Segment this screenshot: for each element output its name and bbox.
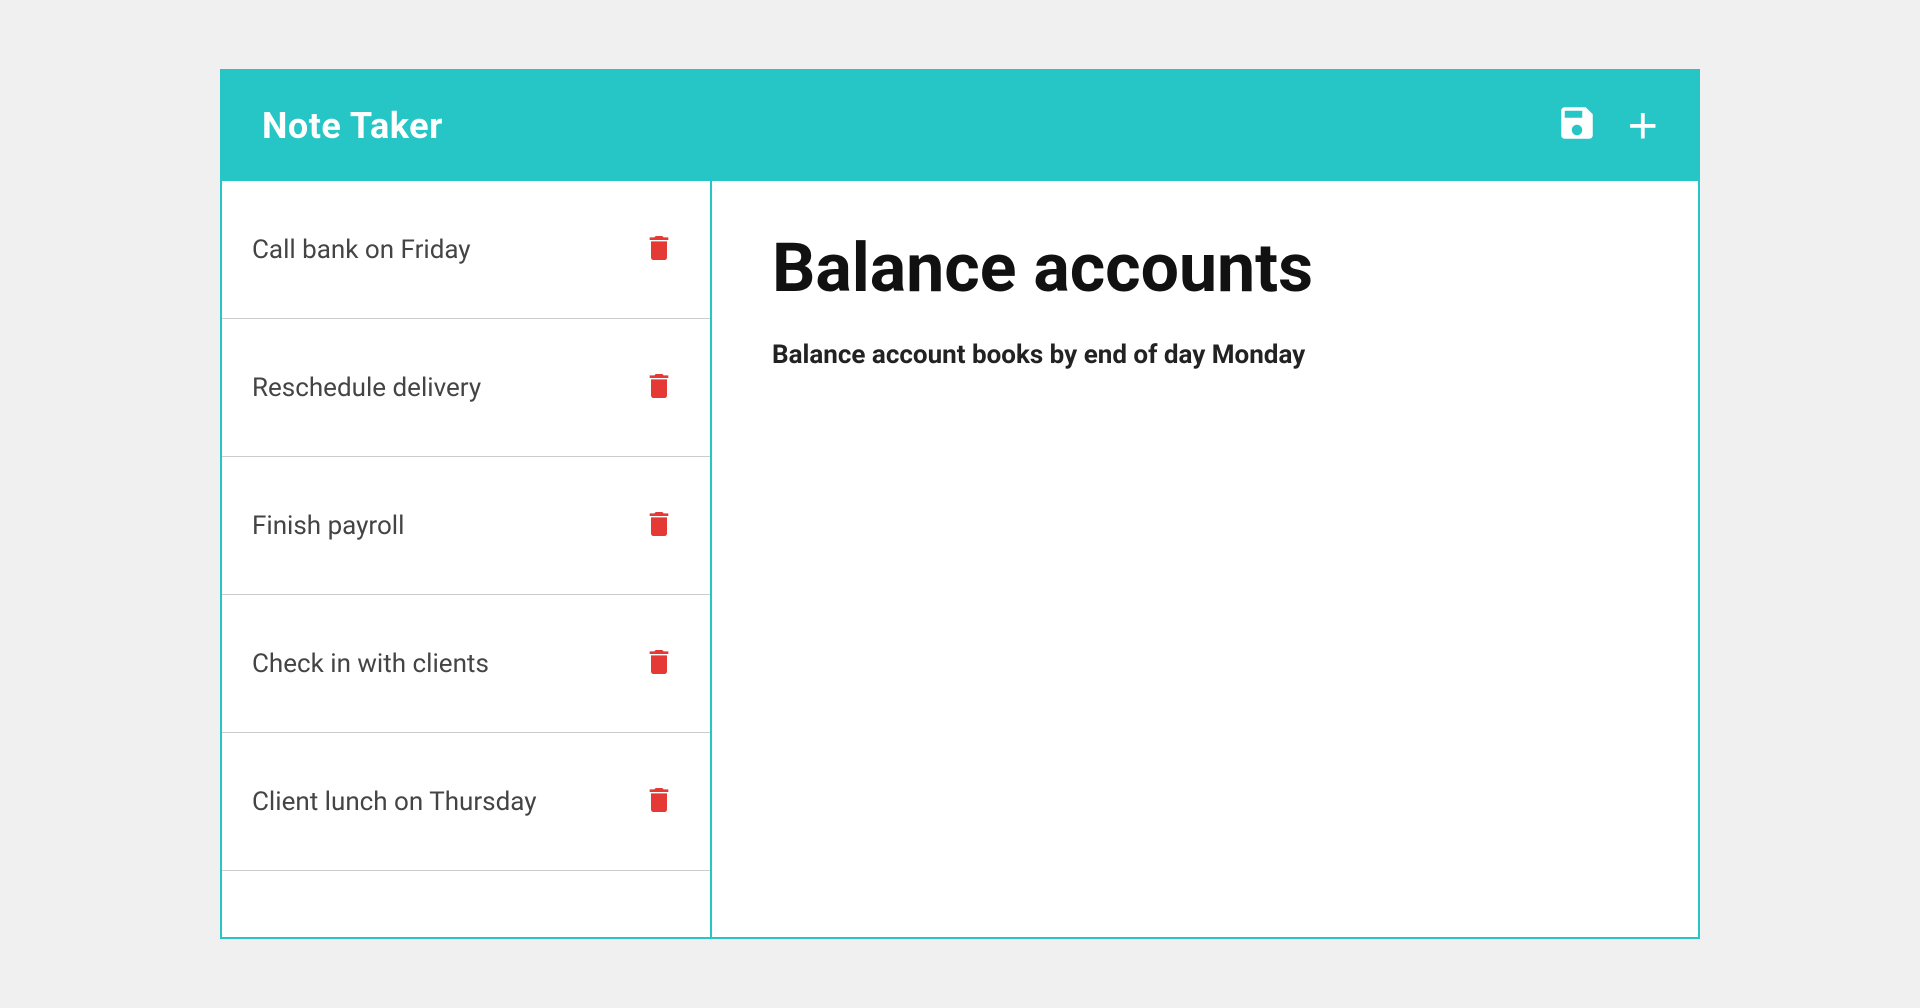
note-item-2[interactable]: Reschedule delivery	[222, 319, 710, 457]
note-title-5: Client lunch on Thursday	[252, 787, 537, 817]
note-detail-panel: Balance accounts Balance account books b…	[712, 181, 1698, 937]
trash-icon-4	[643, 644, 675, 680]
note-title-3: Finish payroll	[252, 511, 404, 541]
app-title: Note Taker	[262, 105, 443, 147]
trash-icon-5	[643, 782, 675, 818]
note-title-4: Check in with clients	[252, 649, 489, 679]
note-title-2: Reschedule delivery	[252, 373, 481, 403]
main-content: Call bank on Friday Reschedule delivery …	[222, 181, 1698, 937]
add-note-button[interactable]: +	[1628, 100, 1658, 152]
delete-button-1[interactable]	[638, 225, 680, 274]
notes-sidebar: Call bank on Friday Reschedule delivery …	[222, 181, 712, 937]
note-title-1: Call bank on Friday	[252, 235, 471, 265]
save-icon	[1556, 102, 1598, 144]
note-item-3[interactable]: Finish payroll	[222, 457, 710, 595]
note-item-empty	[222, 871, 710, 937]
trash-icon-3	[643, 506, 675, 542]
delete-button-3[interactable]	[638, 501, 680, 550]
save-button[interactable]	[1556, 102, 1598, 151]
header-actions: +	[1556, 100, 1658, 152]
note-detail-body: Balance account books by end of day Mond…	[772, 336, 1638, 375]
header: Note Taker +	[222, 71, 1698, 181]
delete-button-5[interactable]	[638, 777, 680, 826]
note-item-4[interactable]: Check in with clients	[222, 595, 710, 733]
app-container: Note Taker + Call bank on Friday	[220, 69, 1700, 939]
trash-icon-2	[643, 368, 675, 404]
delete-button-4[interactable]	[638, 639, 680, 688]
note-detail-title: Balance accounts	[772, 231, 1638, 306]
trash-icon-1	[643, 230, 675, 266]
note-item-1[interactable]: Call bank on Friday	[222, 181, 710, 319]
delete-button-2[interactable]	[638, 363, 680, 412]
note-item-5[interactable]: Client lunch on Thursday	[222, 733, 710, 871]
